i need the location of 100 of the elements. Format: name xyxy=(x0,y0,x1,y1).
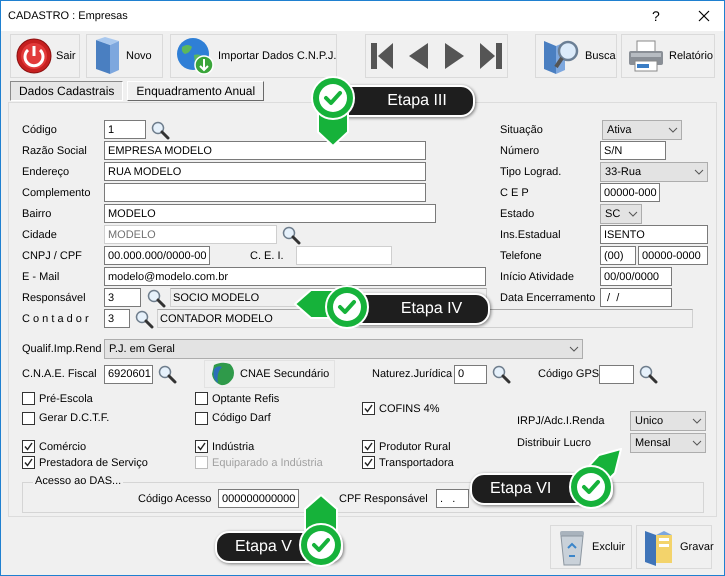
input-field[interactable]: 00000-0000 xyxy=(638,246,708,265)
checkbox[interactable] xyxy=(22,440,35,453)
field-label: C. E. I. xyxy=(250,250,285,262)
check-icon xyxy=(364,404,373,413)
field-label: Responsável xyxy=(22,292,87,304)
dropdown[interactable]: 33-Rua xyxy=(600,162,708,182)
field-label: C E P xyxy=(500,186,530,198)
checkbox[interactable] xyxy=(362,456,375,469)
field-label: Naturez.Jurídica xyxy=(372,368,454,380)
tab[interactable]: Dados Cadastrais xyxy=(10,81,124,101)
printer-icon xyxy=(627,39,665,73)
input-field[interactable]: / / xyxy=(600,288,672,307)
field-label: Bairro xyxy=(22,208,52,220)
field-label: Endereço xyxy=(22,166,70,178)
input-field[interactable]: S/N xyxy=(600,141,666,160)
checkbox-label: Transportadora xyxy=(379,456,454,468)
checkbox-label: COFINS 4% xyxy=(379,402,440,414)
checkbox[interactable] xyxy=(362,402,375,415)
input-field[interactable] xyxy=(599,364,634,384)
search-icon[interactable] xyxy=(490,364,510,384)
field-label: Código Acesso xyxy=(138,492,212,504)
input-field[interactable]: 3 xyxy=(104,288,141,307)
field-label: E - Mail xyxy=(22,270,60,282)
dropdown[interactable]: P.J. em Geral xyxy=(104,338,583,358)
input-field[interactable]: 3 xyxy=(104,309,130,328)
dropdown[interactable]: Ativa xyxy=(602,120,682,140)
search-icon[interactable] xyxy=(146,288,166,308)
checkbox[interactable] xyxy=(22,456,35,469)
input-field[interactable]: 0 xyxy=(454,364,487,384)
checkbox[interactable] xyxy=(195,412,208,424)
chevron-icon xyxy=(668,126,678,132)
delete-button[interactable]: Excluir xyxy=(550,525,632,569)
chevron-icon xyxy=(692,418,702,424)
search-icon[interactable] xyxy=(150,120,170,140)
window-title: CADASTRO : Empresas xyxy=(8,10,129,22)
input-field[interactable]: (00) xyxy=(600,246,636,265)
report-button[interactable]: Relatório xyxy=(621,34,715,78)
checkbox-label: Gerar D.C.T.F. xyxy=(39,412,110,424)
checkbox[interactable] xyxy=(195,392,208,405)
input-field[interactable]: 00/00/0000 xyxy=(600,267,672,286)
checkbox-label: Equiparado a Indústria xyxy=(212,456,323,468)
field-label: C o n t a d o r xyxy=(22,312,90,324)
tab[interactable]: Enquadramento Anual xyxy=(127,81,264,101)
input-field[interactable]: 6920601 xyxy=(104,364,153,384)
globe-icon xyxy=(176,37,214,75)
cnae-button[interactable]: CNAE Secundário xyxy=(204,360,335,388)
field-label: Código GPS xyxy=(538,368,599,380)
save-button[interactable]: Gravar xyxy=(636,525,712,569)
checkbox[interactable] xyxy=(22,412,35,424)
check-marker-icon xyxy=(569,448,622,509)
checkbox-label: Pré-Escola xyxy=(39,392,93,404)
checkbox[interactable] xyxy=(22,392,35,405)
dropdown[interactable]: Mensal xyxy=(630,432,706,452)
check-icon xyxy=(197,442,206,451)
input-field[interactable]: 00000-000 xyxy=(600,183,660,202)
input-field[interactable]: MODELO xyxy=(104,204,436,223)
import-button[interactable]: Importar Dados C.N.P.J. xyxy=(170,34,337,78)
search-icon[interactable] xyxy=(281,224,301,244)
checkbox[interactable] xyxy=(195,440,208,453)
field-label: Estado xyxy=(500,208,536,220)
power-icon xyxy=(16,38,52,74)
field-label: Qualif.Imp.Rend xyxy=(22,342,102,354)
field-label: Tipo Lograd. xyxy=(500,166,562,178)
checkbox-label: Comércio xyxy=(39,440,86,452)
field-label: Situação xyxy=(500,124,544,136)
field-label: Número xyxy=(500,144,540,156)
check-marker-icon xyxy=(311,76,355,147)
checkbox-label: Produtor Rural xyxy=(379,440,451,452)
chevron-icon xyxy=(628,210,638,216)
chevron-icon xyxy=(692,440,702,446)
close-icon[interactable] xyxy=(698,10,710,22)
input-field[interactable]: . . xyxy=(436,489,469,508)
input-field[interactable] xyxy=(104,183,426,202)
input-field[interactable]: 000000000000 xyxy=(218,489,299,508)
search-icon[interactable] xyxy=(156,364,176,384)
dropdown[interactable]: SC xyxy=(600,204,642,224)
input-field[interactable]: modelo@modelo.com.br xyxy=(104,267,486,286)
checkbox-label: Optante Refis xyxy=(212,392,280,404)
exit-button[interactable]: Sair xyxy=(10,34,80,78)
input-field[interactable]: 00.000.000/0000-00 xyxy=(104,246,210,265)
field-label: Código xyxy=(22,124,58,136)
field-label: C.N.A.E. Fiscal xyxy=(22,368,98,380)
checkbox-label: Código Darf xyxy=(212,412,271,424)
input-field[interactable]: EMPRESA MODELO xyxy=(104,141,426,160)
dropdown[interactable]: Unico xyxy=(630,410,706,430)
input-field[interactable]: 1 xyxy=(104,120,146,139)
input-field[interactable]: RUA MODELO xyxy=(104,162,426,181)
search-icon[interactable] xyxy=(638,364,658,384)
search-icon[interactable] xyxy=(134,308,154,328)
field-label: Telefone xyxy=(500,250,543,262)
checkbox-label: Indústria xyxy=(212,440,254,452)
field-label: Cidade xyxy=(22,228,58,240)
new-button[interactable]: Novo xyxy=(86,34,163,78)
help-button[interactable]: ? xyxy=(652,8,666,24)
checkbox[interactable] xyxy=(362,440,375,453)
search-button[interactable]: Busca xyxy=(535,34,617,78)
field-label: Distribuir Lucro xyxy=(517,436,592,448)
check-marker-icon xyxy=(294,285,369,329)
field-label: Razão Social xyxy=(22,144,88,156)
input-field[interactable]: ISENTO xyxy=(600,225,708,244)
